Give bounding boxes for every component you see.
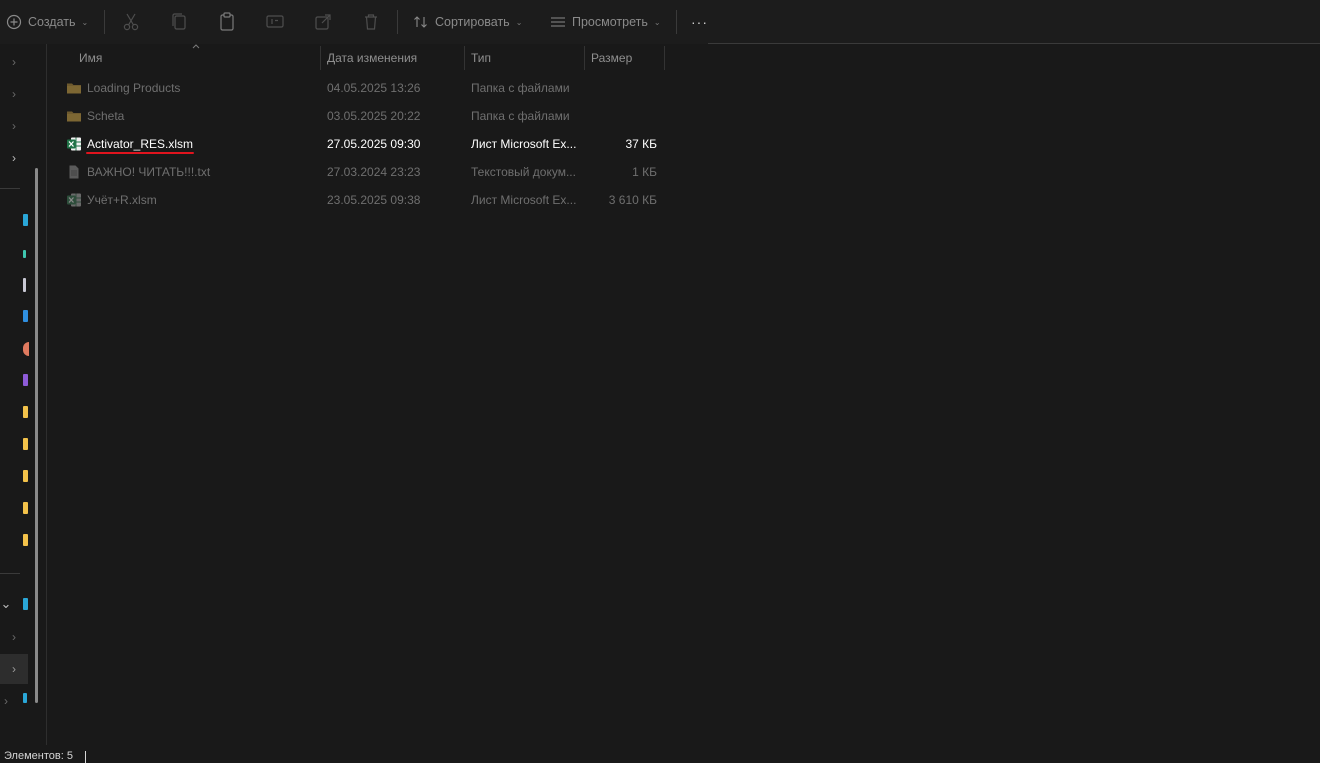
nav-expand-chevron-icon[interactable]: ›	[0, 695, 12, 707]
file-name: Учёт+R.xlsm	[87, 193, 157, 207]
status-divider	[85, 751, 86, 763]
nav-divider	[0, 188, 20, 189]
file-row[interactable]: Loading Products 04.05.2025 13:26 Папка …	[60, 75, 666, 101]
nav-expand-chevron-icon[interactable]: ›	[8, 152, 20, 164]
column-header-size[interactable]: Размер	[591, 46, 632, 70]
file-row[interactable]: Scheta 03.05.2025 20:22 Папка с файлами	[60, 103, 666, 129]
column-header-name[interactable]: Имя	[79, 46, 102, 70]
file-row[interactable]: Учёт+R.xlsm 23.05.2025 09:38 Лист Micros…	[60, 187, 666, 213]
nav-expand-chevron-icon[interactable]: ›	[8, 88, 20, 100]
folder-icon	[67, 83, 81, 94]
file-row[interactable]: ВАЖНО! ЧИТАТЬ!!!.txt 27.03.2024 23:23 Те…	[60, 159, 666, 185]
sort-button[interactable]: Сортировать ⌄	[413, 6, 522, 38]
create-label: Создать	[28, 15, 76, 29]
file-name: Scheta	[87, 109, 125, 123]
excel-icon	[67, 137, 81, 151]
excel-icon	[67, 193, 81, 207]
red-underline-annotation	[86, 152, 194, 154]
column-header-date[interactable]: Дата изменения	[327, 46, 417, 70]
file-date: 27.03.2024 23:23	[327, 165, 421, 179]
file-size	[591, 75, 657, 101]
plus-circle-icon	[6, 14, 22, 30]
folder-icon[interactable]	[23, 502, 28, 514]
music-icon[interactable]	[23, 342, 29, 356]
nav-expand-chevron-icon[interactable]: ›	[8, 120, 20, 132]
column-divider[interactable]	[464, 46, 465, 70]
nav-collapse-chevron-icon[interactable]: ⌄	[0, 597, 12, 610]
folder-icon	[67, 111, 81, 122]
this-pc-icon[interactable]	[23, 598, 28, 610]
file-size: 37 КБ	[625, 137, 657, 151]
view-list-icon	[551, 17, 565, 27]
toolbar-divider	[676, 10, 677, 34]
file-date: 27.05.2025 09:30	[327, 137, 421, 151]
status-bar: Элементов: 5	[0, 745, 1320, 763]
toolbar-divider	[397, 10, 398, 34]
sort-label: Сортировать	[435, 15, 510, 29]
cut-icon[interactable]	[119, 10, 143, 34]
toolbar-divider	[104, 10, 105, 34]
nav-expand-chevron-icon[interactable]: ›	[8, 663, 20, 675]
file-date: 04.05.2025 13:26	[327, 81, 421, 95]
nav-expand-chevron-icon[interactable]: ›	[8, 56, 20, 68]
file-type: Папка с файлами	[471, 109, 570, 123]
sort-ascending-icon	[192, 44, 200, 49]
paste-icon[interactable]	[215, 10, 239, 34]
pictures-icon[interactable]	[23, 310, 28, 322]
desktop-icon[interactable]	[23, 214, 28, 226]
file-size: 3 610 КБ	[608, 193, 657, 207]
text-file-icon	[69, 165, 79, 179]
column-divider[interactable]	[664, 46, 665, 70]
folder-icon[interactable]	[23, 534, 28, 546]
nav-expand-chevron-icon[interactable]: ›	[8, 631, 20, 643]
view-button[interactable]: Просмотреть ⌄	[550, 6, 661, 38]
sort-icon	[414, 16, 427, 28]
rename-icon[interactable]	[263, 10, 287, 34]
navigation-pane-border	[46, 44, 47, 745]
chevron-down-icon: ⌄	[81, 17, 89, 27]
toolbar-bottom-rule	[708, 43, 1320, 44]
videos-icon[interactable]	[23, 374, 28, 386]
file-name: Loading Products	[87, 81, 181, 95]
view-label: Просмотреть	[572, 15, 648, 29]
chevron-down-icon: ⌄	[653, 17, 661, 27]
folder-icon[interactable]	[23, 438, 28, 450]
file-date: 03.05.2025 20:22	[327, 109, 421, 123]
chevron-down-icon: ⌄	[515, 17, 523, 27]
nav-divider	[0, 573, 20, 574]
folder-icon[interactable]	[23, 406, 28, 418]
file-type: Лист Microsoft Ex...	[471, 137, 577, 151]
nav-scrollbar[interactable]	[35, 168, 38, 703]
file-name: ВАЖНО! ЧИТАТЬ!!!.txt	[87, 165, 211, 179]
column-divider[interactable]	[320, 46, 321, 70]
share-icon[interactable]	[311, 10, 335, 34]
copy-icon[interactable]	[167, 10, 191, 34]
file-size	[591, 103, 657, 129]
item-count: Элементов: 5	[4, 750, 73, 762]
command-bar: Создать ⌄ Сортировать ⌄ Просмотреть ⌄ ··…	[0, 0, 1320, 44]
documents-icon[interactable]	[23, 278, 26, 292]
downloads-icon[interactable]	[23, 250, 26, 258]
file-size: 1 КБ	[632, 165, 657, 179]
file-type: Лист Microsoft Ex...	[471, 193, 577, 207]
network-icon[interactable]	[23, 693, 27, 703]
column-divider[interactable]	[584, 46, 585, 70]
file-date: 23.05.2025 09:38	[327, 193, 421, 207]
file-type: Текстовый докум...	[471, 165, 576, 179]
create-button[interactable]: Создать ⌄	[6, 6, 88, 38]
delete-icon[interactable]	[359, 10, 383, 34]
file-type: Папка с файлами	[471, 81, 570, 95]
folder-icon[interactable]	[23, 470, 28, 482]
column-header-type[interactable]: Тип	[471, 46, 491, 70]
more-options-button[interactable]: ···	[691, 6, 708, 38]
